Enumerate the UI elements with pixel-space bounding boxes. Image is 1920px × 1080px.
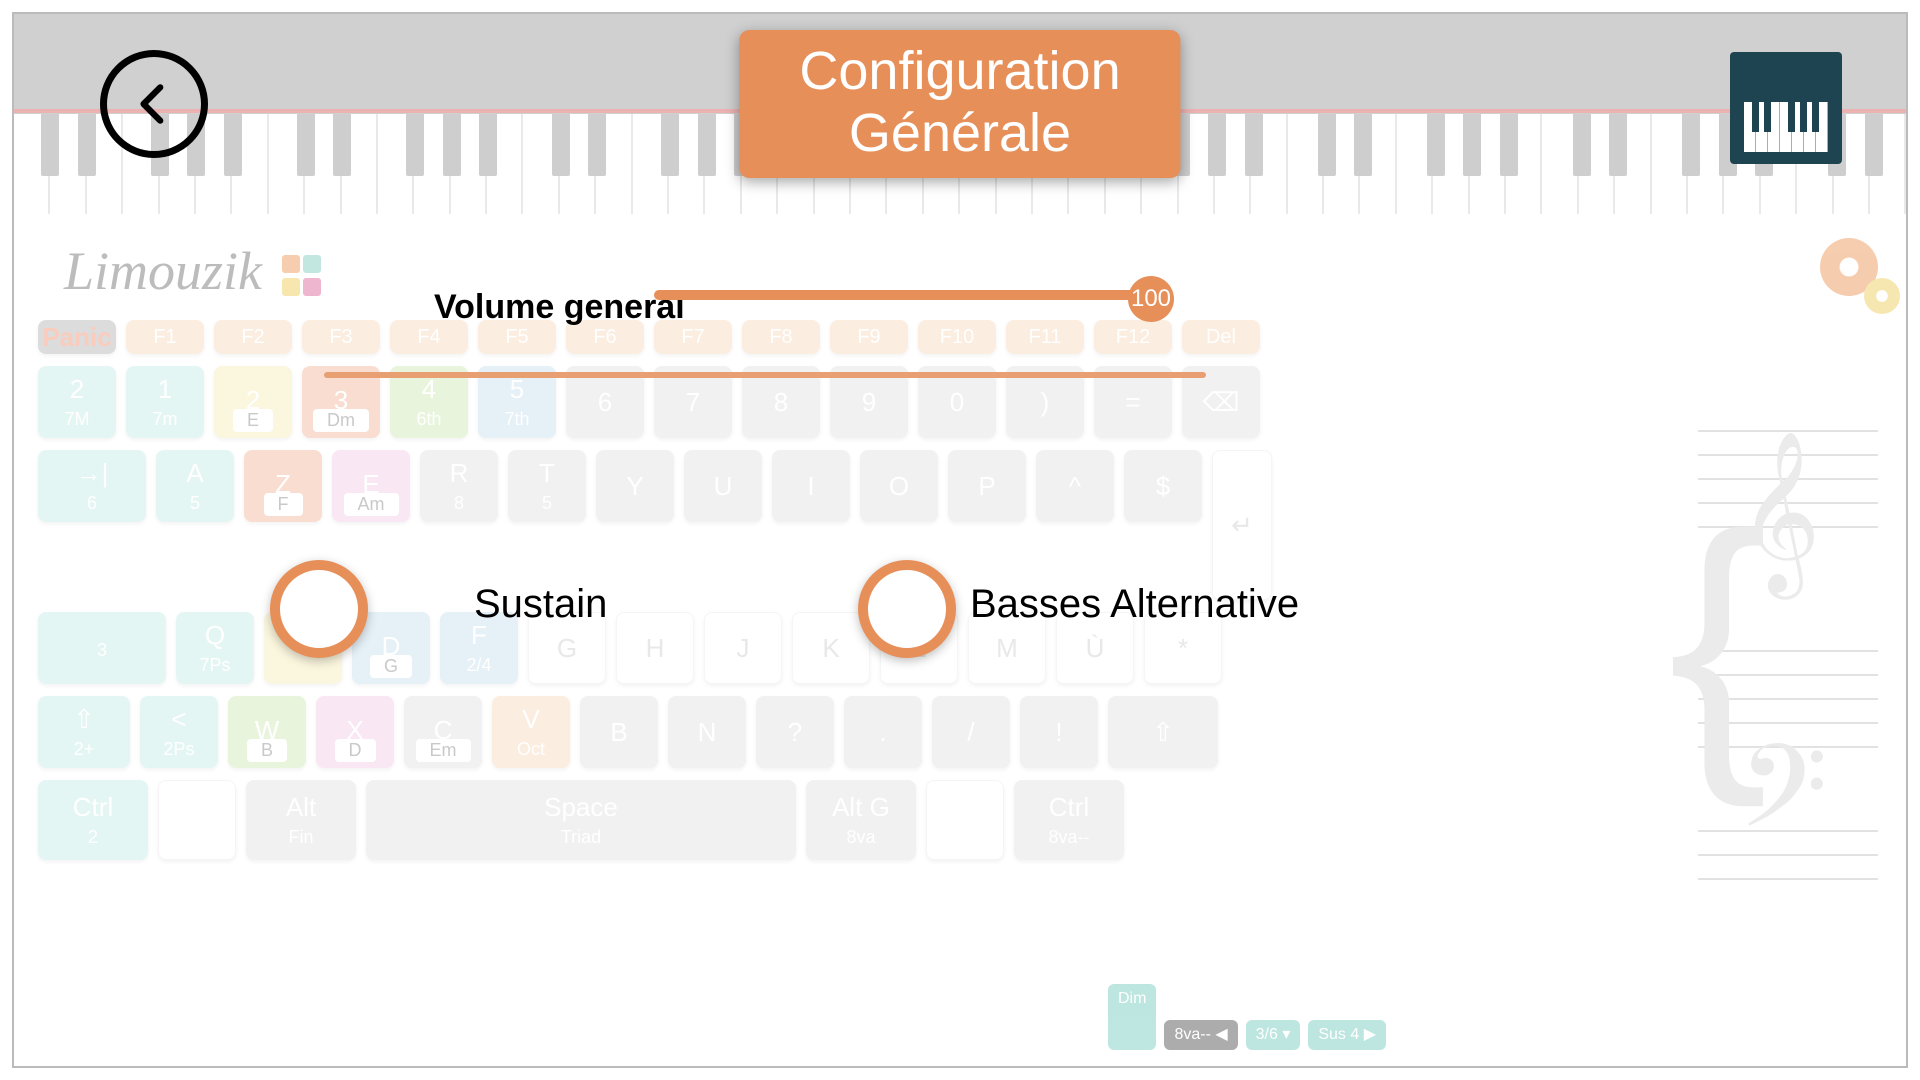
bg-key: Del bbox=[1182, 320, 1260, 354]
bg-key: B bbox=[580, 696, 658, 768]
bg-key: O bbox=[860, 450, 938, 522]
keyboard-layout-background: PanicF1F2F3F4F5F6F7F8F9F10F11F12Del 27M1… bbox=[38, 320, 1686, 1046]
bg-key: F11 bbox=[1006, 320, 1084, 354]
bottom-chip-row: Dim 8va-- ◀ 3/6 ▾ Sus 4 ▶ bbox=[1108, 1020, 1386, 1050]
bg-key: Ctrl8va-- bbox=[1014, 780, 1124, 860]
sustain-label: Sustain bbox=[474, 582, 607, 627]
bg-key: ⇧ bbox=[1108, 696, 1218, 768]
bg-key: ↵ bbox=[1212, 450, 1272, 600]
volume-slider-thumb[interactable]: 100 bbox=[1128, 276, 1174, 322]
bg-key: F9 bbox=[830, 320, 908, 354]
volume-slider-track[interactable] bbox=[654, 290, 1142, 300]
bg-key: ⇧2+ bbox=[38, 696, 130, 768]
bg-key: A5 bbox=[156, 450, 234, 522]
bg-key: 2E bbox=[214, 366, 292, 438]
bg-key: Q7Ps bbox=[176, 612, 254, 684]
chip-dim[interactable]: Dim bbox=[1108, 984, 1156, 1050]
bg-key: WB bbox=[228, 696, 306, 768]
bg-key: ZF bbox=[244, 450, 322, 522]
bg-key: / bbox=[932, 696, 1010, 768]
bg-key: →|6 bbox=[38, 450, 146, 522]
volume-value: 100 bbox=[1131, 285, 1171, 313]
bg-key: F3 bbox=[302, 320, 380, 354]
logo-dots-icon bbox=[282, 255, 326, 299]
bg-key: 27M bbox=[38, 366, 116, 438]
separator-line bbox=[324, 372, 1206, 378]
bg-key: Ctrl2 bbox=[38, 780, 148, 860]
bg-key: N bbox=[668, 696, 746, 768]
bg-key: U bbox=[684, 450, 762, 522]
bg-key: Alt G8va bbox=[806, 780, 916, 860]
bg-key: F2 bbox=[214, 320, 292, 354]
page-title: Configuration Générale bbox=[739, 30, 1180, 178]
bg-key: J bbox=[704, 612, 782, 684]
basses-alternative-label: Basses Alternative bbox=[970, 582, 1299, 627]
bg-key: F12 bbox=[1094, 320, 1172, 354]
piano-icon-keys bbox=[1744, 102, 1828, 152]
bg-key bbox=[926, 780, 1004, 860]
back-button[interactable] bbox=[100, 50, 208, 158]
piano-icon bbox=[1744, 64, 1828, 100]
logo-text: Limouzik bbox=[64, 241, 262, 301]
volume-label: Volume general bbox=[434, 288, 685, 327]
bg-key bbox=[158, 780, 236, 860]
chip-8va-down[interactable]: 8va-- ◀ bbox=[1164, 1020, 1237, 1050]
bg-key: P bbox=[948, 450, 1026, 522]
bg-key: F8 bbox=[742, 320, 820, 354]
bg-key: I bbox=[772, 450, 850, 522]
chip-sus4[interactable]: Sus 4 ▶ bbox=[1308, 1020, 1386, 1050]
chevron-left-icon bbox=[129, 79, 179, 129]
bg-key: 3 bbox=[38, 612, 166, 684]
sustain-toggle[interactable] bbox=[270, 560, 368, 658]
bg-key: XD bbox=[316, 696, 394, 768]
logo: Limouzik bbox=[64, 240, 326, 302]
music-staff-background: { 𝄞 𝄢 bbox=[1698, 370, 1878, 1036]
bg-key: R8 bbox=[420, 450, 498, 522]
bg-key: VOct bbox=[492, 696, 570, 768]
bg-key: ? bbox=[756, 696, 834, 768]
bg-key: ! bbox=[1020, 696, 1098, 768]
bg-key: F10 bbox=[918, 320, 996, 354]
bg-key: <2Ps bbox=[140, 696, 218, 768]
instrument-piano-button[interactable] bbox=[1730, 52, 1842, 164]
bg-key: H bbox=[616, 612, 694, 684]
bg-key: EAm bbox=[332, 450, 410, 522]
bg-key: ^ bbox=[1036, 450, 1114, 522]
bg-key: SpaceTriad bbox=[366, 780, 796, 860]
bg-key: Y bbox=[596, 450, 674, 522]
bg-key: CEm bbox=[404, 696, 482, 768]
bg-key: AltFin bbox=[246, 780, 356, 860]
bg-key: F1 bbox=[126, 320, 204, 354]
bg-key: 17m bbox=[126, 366, 204, 438]
chip-3-6[interactable]: 3/6 ▾ bbox=[1246, 1020, 1301, 1050]
basses-alternative-toggle[interactable] bbox=[858, 560, 956, 658]
bg-key: K bbox=[792, 612, 870, 684]
bg-key: Panic bbox=[38, 320, 116, 354]
bg-key: . bbox=[844, 696, 922, 768]
bg-key: $ bbox=[1124, 450, 1202, 522]
bg-key: T5 bbox=[508, 450, 586, 522]
settings-gear-icon[interactable] bbox=[1820, 238, 1878, 296]
